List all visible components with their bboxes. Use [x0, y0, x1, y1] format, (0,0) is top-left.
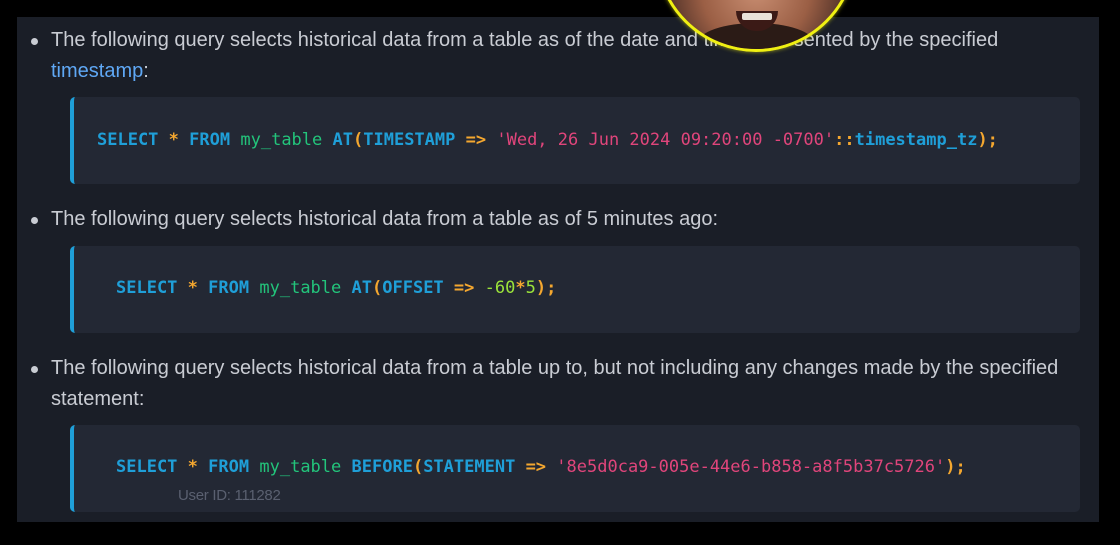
code-token: SELECT: [116, 457, 178, 477]
timestamp-link[interactable]: timestamp: [51, 60, 143, 82]
code-token: =>: [453, 278, 475, 298]
code-token: OFFSET: [382, 278, 444, 298]
code-token: my_table: [240, 130, 323, 150]
bullet-item-timestamp: The following query selects historical d…: [31, 25, 1081, 87]
code-token: 'Wed, 26 Jun 2024 09:20:00 -0700': [496, 130, 835, 150]
code-token: =>: [465, 130, 487, 150]
code-token: (: [353, 130, 364, 150]
code-token: FROM: [189, 130, 231, 150]
docs-content-panel: The following query selects historical d…: [17, 17, 1099, 522]
code-token: FROM: [208, 278, 250, 298]
code-token: );: [945, 457, 966, 477]
code-token: *: [187, 278, 198, 298]
bullet-text: The following query selects historical d…: [51, 357, 1059, 410]
code-token: timestamp_tz: [854, 130, 978, 150]
code-token: TIMESTAMP: [363, 130, 456, 150]
code-token: SELECT: [116, 278, 178, 298]
bullet-dot-icon: [31, 38, 38, 45]
bullet-item-statement: The following query selects historical d…: [31, 353, 1081, 415]
code-token: STATEMENT: [423, 457, 516, 477]
code-token: ::: [834, 130, 855, 150]
code-token: *: [168, 130, 179, 150]
bullet-text-after: :: [143, 60, 149, 82]
code-token: 5: [525, 278, 536, 298]
code-token: *: [515, 278, 526, 298]
code-token: (: [372, 278, 383, 298]
code-token: FROM: [208, 457, 250, 477]
bullet-item-offset: The following query selects historical d…: [31, 204, 1081, 235]
teeth-shape: [742, 13, 772, 20]
code-token: '8e5d0ca9-005e-44e6-b858-a8f5b37c5726': [556, 457, 946, 477]
bullet-text: The following query selects historical d…: [51, 208, 719, 230]
code-token: my_table: [259, 457, 342, 477]
code-token: AT: [351, 278, 372, 298]
code-token: =>: [525, 457, 547, 477]
code-token: my_table: [259, 278, 342, 298]
code-token: -60: [484, 278, 516, 298]
code-block-offset: SELECT * FROM my_table AT(OFFSET => -60*…: [70, 246, 1080, 333]
bullet-text-before: The following query selects historical d…: [51, 29, 999, 51]
code-token: );: [535, 278, 557, 298]
user-id-watermark: User ID: 111282: [178, 487, 281, 504]
bullet-dot-icon: [31, 366, 38, 373]
bullet-text: The following query selects historical d…: [51, 25, 1076, 87]
code-block-timestamp: SELECT * FROM my_table AT(TIMESTAMP => '…: [70, 97, 1080, 184]
bullet-dot-icon: [31, 217, 38, 224]
code-token: BEFORE: [351, 457, 413, 477]
code-token: AT: [332, 130, 353, 150]
code-line: SELECT * FROM my_table AT(TIMESTAMP => '…: [97, 129, 998, 151]
code-token: );: [977, 130, 998, 150]
code-line: SELECT * FROM my_table AT(OFFSET => -60*…: [116, 277, 556, 299]
code-token: (: [412, 457, 424, 477]
code-token: SELECT: [97, 130, 159, 150]
code-token: *: [187, 457, 198, 477]
code-line: SELECT * FROM my_table BEFORE(STATEMENT …: [116, 456, 966, 478]
